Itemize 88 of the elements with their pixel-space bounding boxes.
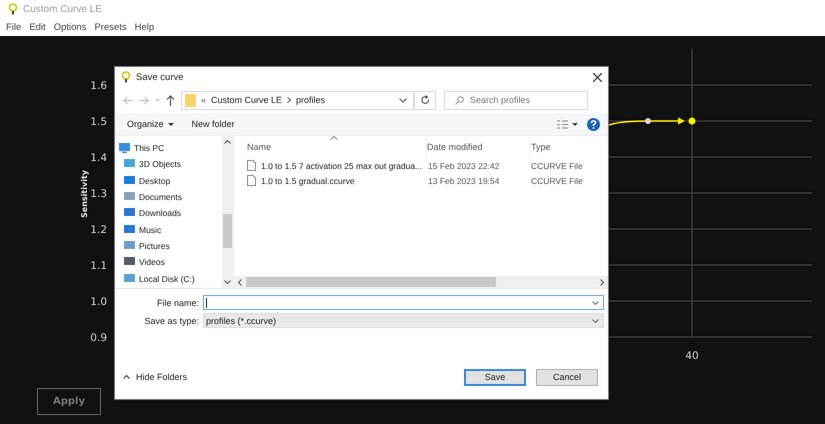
sort-caret-icon — [330, 136, 338, 140]
overflow-chevron[interactable]: « — [201, 95, 206, 105]
scroll-thumb[interactable] — [246, 277, 496, 287]
search-icon — [455, 96, 464, 104]
folder-item[interactable]: Desktop — [119, 172, 222, 189]
scroll-down-icon[interactable] — [224, 280, 231, 284]
cancel-button[interactable]: Cancel — [536, 368, 598, 386]
axis-label: 1.1 — [90, 260, 107, 272]
axis-label: 1.0 — [90, 296, 107, 308]
chevron-down-icon[interactable] — [592, 300, 599, 304]
menu-item[interactable]: File — [6, 22, 22, 32]
field-label: File name: — [156, 298, 199, 308]
folder-item[interactable]: Documents — [119, 188, 222, 206]
scroll-left-icon[interactable] — [238, 278, 242, 286]
axis-title: Sensitivity — [80, 170, 89, 218]
menu-item[interactable]: Help — [134, 22, 154, 32]
caret-up-icon — [123, 375, 130, 379]
table-cell-text: 15 Feb 2023 22:42 — [428, 160, 500, 170]
refresh-button[interactable] — [414, 90, 436, 110]
file-name-field[interactable] — [203, 295, 604, 310]
data-point[interactable] — [688, 118, 696, 124]
dialog-title: Save curve — [136, 72, 184, 82]
axis-label: 1.4 — [90, 152, 107, 164]
column-header[interactable]: Date modified — [427, 136, 530, 158]
folder-icon — [124, 208, 135, 218]
refresh-icon — [420, 95, 430, 105]
chevron-right-icon[interactable] — [287, 97, 292, 103]
axis-label: 1.3 — [90, 188, 107, 200]
menu-item[interactable]: Edit — [29, 22, 46, 32]
folder-icon — [124, 192, 135, 202]
folder-item[interactable]: 3D Objects — [119, 156, 222, 173]
folder-item[interactable]: Videos — [119, 254, 222, 270]
folder-icon — [124, 159, 135, 170]
window-title: Custom Curve LE — [23, 4, 102, 14]
scroll-thumb[interactable] — [223, 214, 232, 248]
filename-entry[interactable]: 1.0 to 1.5 7 activation 25 max out gradua... — [246, 160, 428, 171]
new-folder-button[interactable]: New folder — [192, 119, 235, 129]
address-bar[interactable]: « Custom Curve LE profiles — [181, 90, 414, 110]
view-options-icon[interactable] — [557, 120, 579, 128]
file-icon — [247, 160, 256, 171]
lightbulb-icon — [121, 71, 131, 83]
lightbulb-icon — [8, 3, 18, 15]
control-point[interactable] — [645, 118, 651, 124]
folder-item[interactable]: Music — [119, 221, 222, 238]
folder-icon — [185, 94, 196, 106]
breadcrumb[interactable]: Custom Curve LE — [211, 95, 282, 105]
folder-item[interactable]: Downloads — [119, 205, 222, 222]
up-arrow-icon[interactable] — [166, 94, 175, 106]
menu-item[interactable]: Options — [54, 22, 86, 32]
axis-label: 0.9 — [90, 332, 107, 344]
folder-item[interactable]: This PC — [119, 140, 222, 156]
folder-icon — [124, 240, 135, 251]
folder-icon — [124, 176, 135, 186]
folder-icon — [124, 274, 135, 284]
field-label: Save as type: — [143, 316, 199, 326]
chevron-down-icon[interactable] — [399, 98, 407, 102]
scroll-right-icon[interactable] — [600, 278, 604, 286]
column-header[interactable]: Type — [530, 136, 600, 158]
chevron-down-icon — [592, 318, 599, 322]
menu-item[interactable]: Presets — [94, 22, 127, 32]
search-field[interactable]: Search profiles — [444, 90, 588, 110]
help-icon[interactable] — [587, 118, 600, 130]
close-icon[interactable] — [593, 72, 602, 82]
scrollbar[interactable] — [222, 136, 233, 288]
table-cell-text: CCURVE File — [531, 176, 584, 186]
breadcrumb[interactable]: profiles — [296, 95, 326, 105]
axis-label: 1.6 — [90, 80, 107, 92]
monitor-icon — [119, 143, 130, 154]
filename-entry[interactable]: 1.0 to 1.5 gradual.ccurve — [246, 175, 428, 186]
folder-icon — [124, 224, 135, 235]
hide-folders-button[interactable]: Hide Folders — [123, 372, 188, 382]
table-cell-text: CCURVE File — [531, 160, 584, 170]
folder-icon — [124, 257, 135, 268]
search-input[interactable]: Search profiles — [470, 95, 580, 105]
axis-label: 40 — [685, 350, 699, 362]
axis-label: 1.5 — [90, 116, 107, 128]
table-cell-text: 13 Feb 2023 19:54 — [428, 176, 500, 186]
folder-item[interactable]: Local Disk (C:) — [119, 270, 222, 287]
folder-item[interactable]: Pictures — [119, 238, 222, 254]
column-header[interactable]: Name — [246, 136, 427, 158]
axis-label: 1.2 — [90, 224, 107, 236]
scrollbar[interactable] — [234, 276, 608, 288]
scroll-up-icon[interactable] — [224, 140, 231, 144]
file-icon — [247, 175, 256, 186]
save-button[interactable]: Save — [464, 368, 526, 386]
caret-icon — [168, 122, 174, 126]
save-type-dropdown[interactable]: profiles (*.ccurve) — [203, 313, 604, 328]
organize-button[interactable]: Organize — [127, 119, 174, 129]
